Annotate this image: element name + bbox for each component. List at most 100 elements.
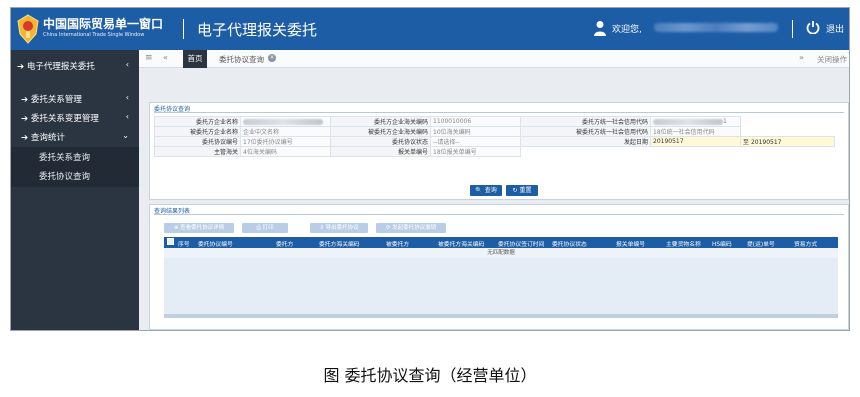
view-detail-button[interactable]: ⊕ 查看委托协议详情 (164, 223, 234, 233)
sidebar-item-relation-mgmt[interactable]: ➔ 委托关系管理 ‹ (11, 93, 139, 107)
declaration-number-field[interactable]: 18位报关单编号 (430, 146, 521, 157)
close-icon[interactable]: × (268, 54, 276, 62)
tab-home[interactable]: 首页 (183, 50, 207, 68)
export-button[interactable]: ⇩ 导出委托协议 (310, 223, 368, 233)
sidebar-top-label: 电子代理报关委托 (26, 62, 95, 72)
username-redacted (654, 23, 778, 32)
chevron-left-icon: ‹ (125, 93, 129, 102)
chevron-left-icon: ‹ (125, 60, 129, 69)
entrusting-company-name-field[interactable] (240, 116, 331, 127)
user-icon (594, 21, 606, 36)
top-header: 中国国际贸易单一窗口 China International Trade Sin… (11, 8, 849, 50)
entrusting-customs-code-field[interactable]: 1100010006 (430, 116, 521, 127)
close-operations-dropdown[interactable]: 关闭操作 ▾ (817, 54, 849, 65)
results-panel: 查询结果列表 ⊕ 查看委托协议详情 ⎙ 打印 ⇩ 导出委托协议 ⟳ 发起委托协议… (149, 204, 849, 330)
sidebar-item-statistics[interactable]: ➔ 查询统计 ⌄ (11, 131, 139, 145)
entrusted-company-name-field[interactable]: 企业中文名称 (240, 126, 331, 137)
form-row: 委托协议编号 17位委托协议编号 委托协议状态 --请选择-- 发起日期 201… (154, 136, 835, 147)
emblem-logo-icon (17, 14, 39, 44)
entrusted-credit-code-field[interactable]: 18位统一社会信用代码 (650, 126, 741, 137)
date-to-label: 至 (743, 139, 750, 146)
field-label: 主管海关 (154, 146, 241, 157)
field-label: 委托方统一社会信用代码 (520, 116, 651, 127)
print-button[interactable]: ⎙ 打印 (242, 223, 288, 233)
empty-cell (521, 147, 651, 157)
customs-office-field[interactable]: 4位海关编码 (240, 146, 331, 157)
column-header: 委托协议签订时间 (498, 242, 545, 248)
column-header: 被委托方海关编码 (438, 242, 485, 248)
column-header: 序号 (178, 242, 190, 248)
results-table-body (164, 258, 838, 314)
empty-cell (651, 147, 741, 157)
power-icon[interactable] (806, 20, 820, 34)
field-label: 被委托方企业名称 (154, 126, 241, 137)
sidebar-top-item[interactable]: ➔ 电子代理报关委托 ‹ (11, 60, 139, 74)
entrusted-customs-code-field[interactable]: 10位海关编码 (430, 126, 521, 137)
logo-title: 中国国际贸易单一窗口 (43, 17, 164, 31)
field-label: 被委托方企业海关编码 (330, 126, 431, 137)
results-table-header: 序号 委托协议编号 委托方 委托方海关编码 被委托方 被委托方海关编码 委托协议… (164, 237, 838, 248)
column-header: 委托协议编号 (198, 242, 233, 248)
field-label: 报关单编号 (330, 146, 431, 157)
toolbar-label: 打印 (262, 225, 274, 231)
toolbar-label: 导出委托协议 (325, 225, 359, 231)
credit-code-tail: 1 (723, 118, 727, 125)
tab-bar: ≡ « 首页 委托协议查询 × » 关闭操作 ▾ (139, 50, 849, 68)
empty-cell (741, 127, 835, 137)
sidebar: ➔ 电子代理报关委托 ‹ ➔ 委托关系管理 ‹ ➔ 委托关系变更管理 ‹ ➔ 查… (11, 50, 139, 330)
form-row: 主管海关 4位海关编码 报关单编号 18位报关单编号 (154, 146, 835, 157)
column-header: 委托方 (276, 242, 294, 248)
chevron-left-icon: ‹ (125, 112, 129, 121)
start-date-from-field[interactable]: 20190517 (650, 136, 741, 147)
figure-caption: 图 委托协议查询（经营单位） (323, 366, 537, 385)
redacted-value (243, 118, 323, 125)
sidebar-item-relation-query[interactable]: 委托关系查询 (39, 151, 90, 163)
reset-button[interactable]: ↻ 重置 (506, 185, 538, 196)
column-header: 被委托方 (386, 242, 410, 248)
header-divider (183, 19, 184, 39)
sidebar-item-change-mgmt[interactable]: ➔ 委托关系变更管理 ‹ (11, 112, 139, 126)
field-label: 委托协议状态 (330, 136, 431, 147)
column-header: 委托方海关编码 (319, 242, 360, 248)
start-date-to-field[interactable]: 至 20190517 (740, 136, 835, 147)
empty-cell (741, 117, 835, 127)
sidebar-item-label: 查询统计 (30, 133, 65, 143)
toolbar-label: 查看委托协议详情 (180, 225, 225, 231)
entrusting-credit-code-field[interactable]: 1 (650, 116, 741, 127)
select-all-checkbox[interactable] (167, 238, 174, 245)
reset-button-label: 重置 (519, 187, 532, 194)
scroll-left-icon[interactable]: « (163, 53, 168, 62)
agreement-status-select[interactable]: --请选择-- (430, 136, 521, 147)
scroll-right-icon[interactable]: » (799, 53, 804, 62)
revoke-button[interactable]: ⟳ 发起委托协议撤销 (376, 223, 446, 233)
empty-cell (741, 147, 835, 157)
sidebar-item-label: 委托关系变更管理 (30, 114, 99, 124)
section-divider (154, 214, 844, 215)
date-to-value: 20190517 (750, 139, 782, 146)
column-header: 主要货物名称 (666, 242, 701, 248)
results-scrollbar[interactable] (164, 314, 838, 318)
field-label: 发起日期 (520, 136, 651, 147)
query-button[interactable]: 🔍 查询 (470, 185, 502, 196)
empty-results-row: 无匹配数据 (164, 248, 838, 258)
header-divider-right (792, 20, 793, 38)
close-operations-label: 关闭操作 (817, 55, 847, 64)
query-panel: 委托协议查询 委托方企业名称 委托方企业海关编码 1100010006 委托方统… (149, 102, 849, 200)
logout-link[interactable]: 退出 (826, 22, 844, 35)
sidebar-item-agreement-query[interactable]: 委托协议查询 (39, 170, 90, 182)
query-button-label: 查询 (484, 187, 497, 194)
field-label: 被委托方统一社会信用代码 (520, 126, 651, 137)
tab-agreement-query[interactable]: 委托协议查询 (219, 54, 264, 65)
chevron-down-icon: ⌄ (122, 131, 129, 140)
field-label: 委托方企业名称 (154, 116, 241, 127)
redacted-value (653, 118, 723, 125)
section-divider (154, 112, 844, 113)
form-row: 被委托方企业名称 企业中文名称 被委托方企业海关编码 10位海关编码 被委托方统… (154, 126, 835, 137)
toolbar-label: 发起委托协议撤销 (392, 225, 437, 231)
logo-subtitle: China International Trade Single Window (43, 32, 145, 38)
column-header: 报关单编号 (616, 242, 645, 248)
menu-toggle-icon[interactable]: ≡ (145, 53, 153, 63)
query-form: 委托方企业名称 委托方企业海关编码 1100010006 委托方统一社会信用代码… (154, 116, 835, 157)
column-header: HS编码 (712, 242, 732, 248)
agreement-number-field[interactable]: 17位委托协议编号 (240, 136, 331, 147)
